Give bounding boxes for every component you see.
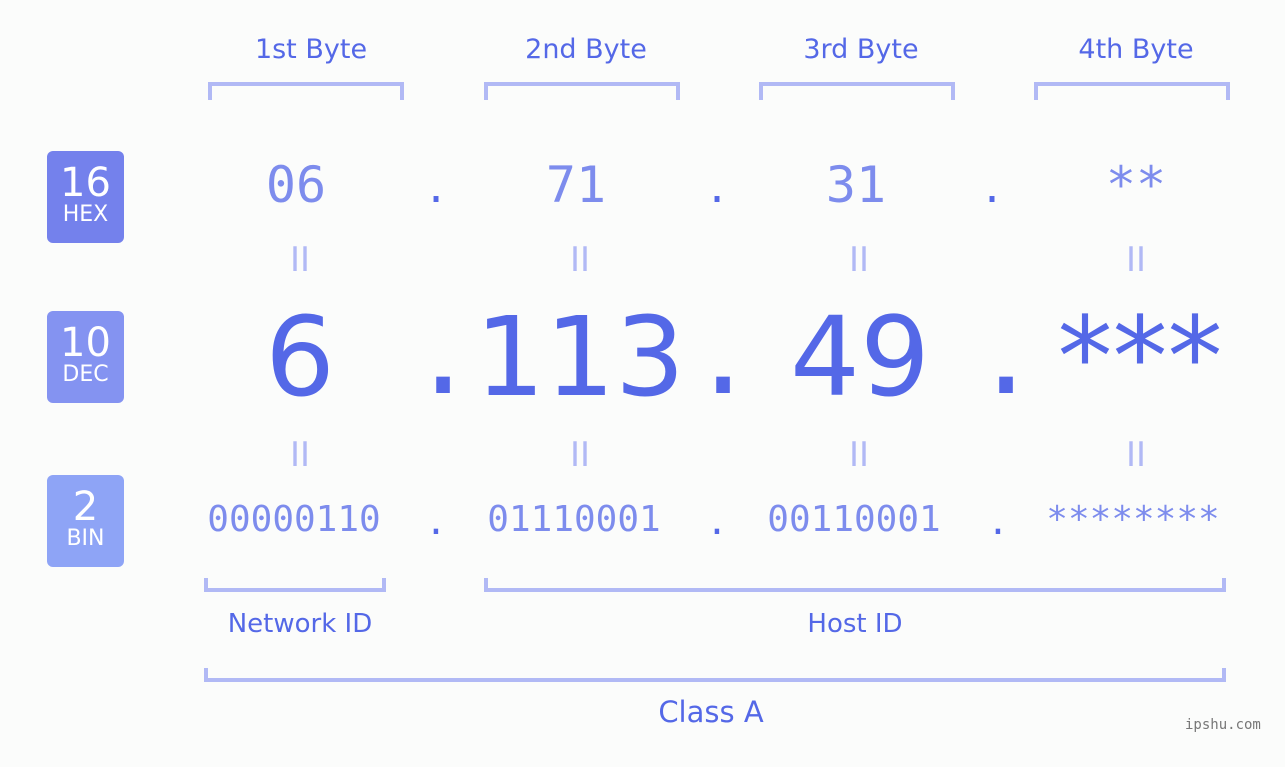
bin-byte-4: ******** <box>1046 499 1220 540</box>
byte-bracket-1 <box>208 82 404 100</box>
bin-byte-1: 00000110 <box>207 499 381 540</box>
equals-sign: II <box>1125 240 1147 280</box>
class-label: Class A <box>658 695 764 729</box>
byte-bracket-4 <box>1034 82 1230 100</box>
hex-separator-2: . <box>704 166 730 212</box>
hex-byte-2: 71 <box>545 156 607 214</box>
hex-badge-label: HEX <box>62 202 109 227</box>
bin-byte-2: 01110001 <box>487 499 661 540</box>
dec-badge-number: 10 <box>60 320 111 366</box>
hex-byte-1: 06 <box>265 156 327 214</box>
byte-bracket-3 <box>759 82 955 100</box>
byte-header-1: 1st Byte <box>254 34 368 65</box>
network-id-label: Network ID <box>227 609 373 639</box>
dec-byte-2: 113 <box>475 293 685 421</box>
hex-badge: 16 HEX <box>47 151 124 243</box>
dec-badge-label: DEC <box>62 362 109 387</box>
equals-sign: II <box>289 240 311 280</box>
hex-separator-3: . <box>979 166 1005 212</box>
bin-separator-2: . <box>706 502 728 543</box>
bin-badge-number: 2 <box>72 484 99 530</box>
watermark: ipshu.com <box>1185 717 1261 733</box>
dec-badge: 10 DEC <box>47 311 124 403</box>
dec-separator-1: . <box>410 291 477 419</box>
byte-header-4: 4th Byte <box>1078 34 1194 65</box>
equals-sign: II <box>848 435 870 475</box>
equals-sign: II <box>1125 435 1147 475</box>
network-id-bracket <box>204 578 386 592</box>
dec-separator-2: . <box>690 291 757 419</box>
host-id-bracket <box>484 578 1226 592</box>
byte-header-3: 3rd Byte <box>803 34 919 65</box>
hex-byte-4: ** <box>1105 156 1167 214</box>
bin-separator-3: . <box>987 502 1009 543</box>
byte-bracket-2 <box>484 82 680 100</box>
class-bracket <box>204 668 1226 682</box>
dec-byte-4: *** <box>1057 293 1223 421</box>
host-id-label: Host ID <box>807 609 903 639</box>
dec-byte-3: 49 <box>790 293 930 421</box>
bin-byte-3: 00110001 <box>767 499 941 540</box>
bin-separator-1: . <box>425 502 447 543</box>
equals-sign: II <box>569 240 591 280</box>
dec-separator-3: . <box>973 291 1040 419</box>
bin-badge: 2 BIN <box>47 475 124 567</box>
hex-byte-3: 31 <box>825 156 887 214</box>
hex-badge-number: 16 <box>60 160 111 206</box>
equals-sign: II <box>848 240 870 280</box>
bin-badge-label: BIN <box>66 526 105 551</box>
dec-byte-1: 6 <box>265 293 335 421</box>
byte-header-2: 2nd Byte <box>525 34 647 65</box>
hex-separator-1: . <box>423 166 449 212</box>
equals-sign: II <box>289 435 311 475</box>
equals-sign: II <box>569 435 591 475</box>
